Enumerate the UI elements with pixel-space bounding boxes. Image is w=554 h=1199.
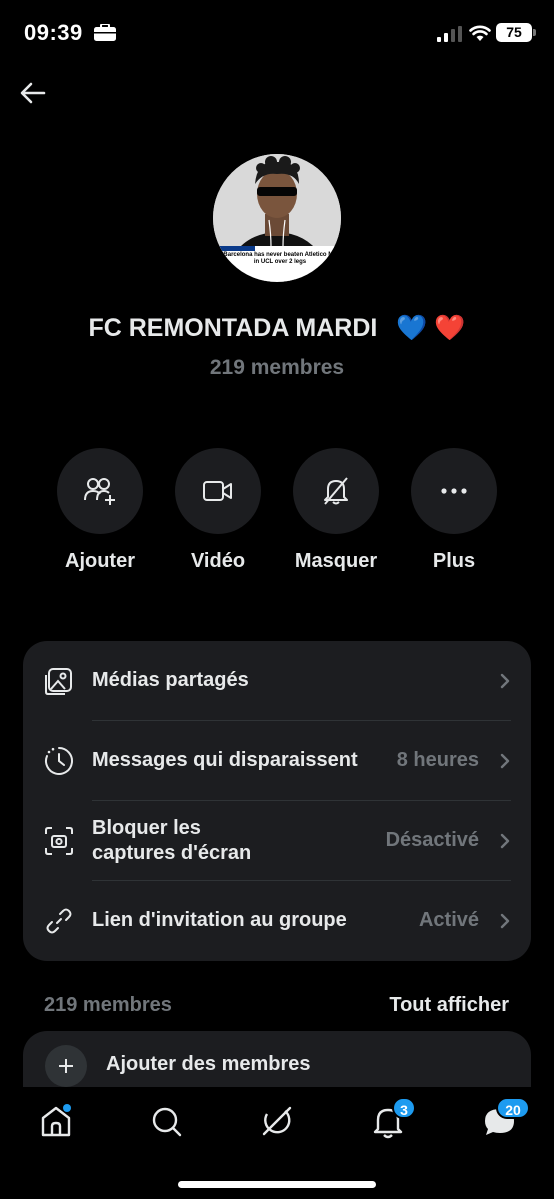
bell-off-icon	[324, 477, 348, 505]
block-screenshots-row[interactable]: Bloquer les captures d'écran Désactivé	[23, 801, 531, 881]
add-members-label: Ajouter des membres	[106, 1053, 311, 1075]
video-button[interactable]: Vidéo	[175, 448, 261, 572]
group-emojis: 💙 ❤️	[396, 314, 466, 342]
briefcase-icon	[94, 24, 116, 41]
group-avatar[interactable]: Barcelona has never beaten Atletico Ma i…	[213, 154, 341, 282]
shared-media-row[interactable]: Médias partagés	[23, 641, 531, 721]
video-camera-icon	[203, 481, 232, 501]
block-screenshots-title-line: Bloquer les	[92, 817, 201, 839]
home-indicator	[178, 1181, 376, 1188]
status-bar: 09:39 75	[0, 0, 554, 66]
disappearing-messages-row[interactable]: Messages qui disparaissent 8 heures	[23, 721, 531, 801]
search-icon	[152, 1107, 182, 1137]
mute-button[interactable]: Masquer	[293, 448, 379, 572]
notifications-badge: 3	[392, 1097, 416, 1119]
add-label: Ajouter	[65, 550, 135, 572]
disappearing-messages-value: 8 heures	[396, 749, 479, 771]
avatar-caption-line: Barcelona has never beaten Atletico Ma	[223, 252, 337, 258]
status-time: 09:39	[24, 20, 83, 45]
avatar-caption: Barcelona has never beaten Atletico Ma i…	[221, 252, 339, 266]
video-label: Vidéo	[190, 550, 246, 572]
member-count: 219 membres	[209, 356, 345, 379]
screenshot-camera-icon	[45, 827, 73, 855]
more-button[interactable]: Plus	[411, 448, 497, 572]
battery-indicator: 75	[496, 23, 536, 42]
chevron-right-icon	[500, 673, 510, 689]
invite-link-row[interactable]: Lien d'invitation au groupe Activé	[23, 881, 531, 961]
group-name: FC REMONTADA MARDI	[88, 314, 378, 342]
more-dots-icon	[441, 488, 467, 494]
nav-messages[interactable]: 20	[480, 1097, 530, 1141]
mute-label: Masquer	[294, 550, 378, 572]
group-title: FC REMONTADA MARDI 💙 ❤️	[0, 314, 554, 343]
group-settings-card: Médias partagés Messages qui disparaisse…	[23, 641, 531, 961]
link-icon	[46, 908, 72, 934]
invite-link-value: Activé	[418, 909, 479, 931]
add-members-row[interactable]: Ajouter des membres	[23, 1031, 531, 1087]
grok-icon	[262, 1106, 292, 1136]
messages-badge: 20	[496, 1097, 530, 1119]
nav-grok[interactable]	[257, 1101, 297, 1141]
shared-media-title: Médias partagés	[92, 669, 249, 691]
timer-icon	[45, 747, 73, 775]
nav-search[interactable]	[147, 1101, 187, 1141]
add-people-icon	[84, 478, 115, 505]
add-button[interactable]: Ajouter	[57, 448, 143, 572]
signal-icon	[437, 26, 462, 42]
plus-icon	[45, 1045, 87, 1087]
chevron-right-icon	[500, 833, 510, 849]
wifi-icon	[469, 25, 491, 41]
disappearing-messages-title: Messages qui disparaissent	[92, 749, 358, 771]
back-arrow-icon[interactable]	[18, 78, 48, 108]
block-screenshots-title-line: captures d'écran	[92, 842, 252, 864]
nav-notifications[interactable]: 3	[368, 1097, 416, 1141]
block-screenshots-value: Désactivé	[385, 829, 479, 851]
avatar-caption-line: in UCL over 2 legs	[253, 259, 307, 265]
shared-media-icon	[45, 668, 72, 695]
chevron-right-icon	[500, 753, 510, 769]
members-section-label: 219 membres	[44, 994, 172, 1016]
nav-home[interactable]	[37, 1101, 77, 1141]
chevron-right-icon	[500, 913, 510, 929]
block-screenshots-title: Bloquer les captures d'écran	[92, 816, 251, 866]
see-all-button[interactable]: Tout afficher	[389, 994, 509, 1017]
more-label: Plus	[432, 550, 476, 572]
home-icon	[41, 1104, 71, 1137]
invite-link-title: Lien d'invitation au groupe	[92, 909, 347, 931]
